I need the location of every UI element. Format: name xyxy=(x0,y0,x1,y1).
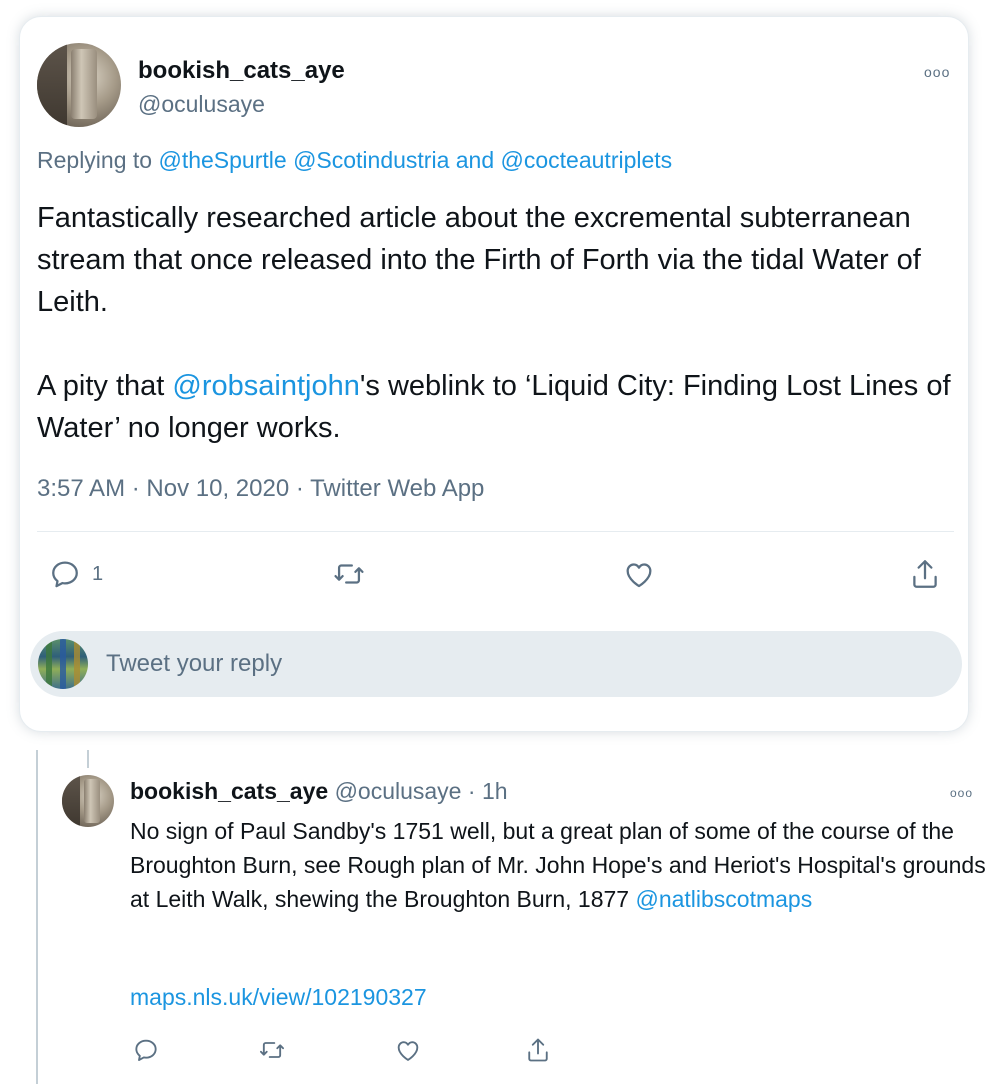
meta-separator: · xyxy=(295,475,304,502)
reply-count: 1 xyxy=(92,562,104,585)
mention-link-cocteautriplets[interactable]: @cocteautriplets xyxy=(501,147,673,173)
avatar[interactable] xyxy=(37,43,121,127)
like-icon xyxy=(626,563,652,588)
reply-icon xyxy=(52,561,78,588)
retweet-icon xyxy=(334,564,364,584)
replying-to: Replying to @theSpurtle @Scotindustria a… xyxy=(37,147,672,174)
meta-separator: · xyxy=(467,778,476,804)
more-options-icon[interactable]: ooo xyxy=(950,786,973,800)
like-button[interactable] xyxy=(622,557,656,591)
main-tweet-card: bookish_cats_aye @oculusaye ooo Replying… xyxy=(19,16,969,732)
like-button[interactable] xyxy=(394,1036,422,1069)
retweet-icon xyxy=(259,1042,285,1058)
tweet-time[interactable]: 3:57 AM xyxy=(37,475,125,502)
mention-link-natlibscotmaps[interactable]: @natlibscotmaps xyxy=(635,886,812,912)
tweet-meta: 3:57 AM · Nov 10, 2020 · Twitter Web App xyxy=(37,475,484,503)
mention-link-scotindustria[interactable]: @Scotindustria xyxy=(293,147,449,173)
display-name[interactable]: bookish_cats_aye xyxy=(130,778,328,804)
reply-header: bookish_cats_aye @oculusaye · 1h xyxy=(130,778,508,805)
retweet-button[interactable] xyxy=(258,1036,286,1069)
tweet-paragraph-2: A pity that @robsaintjohn's weblink to ‘… xyxy=(37,365,962,449)
share-icon xyxy=(913,560,937,588)
retweet-button[interactable] xyxy=(332,557,366,591)
reply-icon xyxy=(135,1039,157,1061)
mention-link-thespurtle[interactable]: @theSpurtle xyxy=(158,147,286,173)
meta-separator: · xyxy=(131,475,140,502)
reply-text-body: No sign of Paul Sandby's 1751 well, but … xyxy=(130,818,986,912)
reply-text: No sign of Paul Sandby's 1751 well, but … xyxy=(130,814,990,916)
tweet-paragraph-1: Fantastically researched article about t… xyxy=(37,202,921,318)
tweet-source[interactable]: Twitter Web App xyxy=(310,475,484,502)
reply-time[interactable]: 1h xyxy=(482,778,508,804)
avatar[interactable] xyxy=(62,775,114,827)
share-button[interactable] xyxy=(908,557,942,591)
divider xyxy=(37,531,954,532)
reply-input[interactable]: Tweet your reply xyxy=(106,650,282,678)
like-icon xyxy=(397,1041,419,1061)
share-button[interactable] xyxy=(524,1036,552,1069)
reply-button[interactable]: 1 xyxy=(48,557,103,591)
handle[interactable]: @oculusaye xyxy=(335,778,462,804)
tweet-date[interactable]: Nov 10, 2020 xyxy=(146,475,289,502)
tweet-text: Fantastically researched article about t… xyxy=(37,197,962,449)
tweet-text-segment: A pity that xyxy=(37,370,173,402)
reply-composer[interactable]: Tweet your reply xyxy=(30,631,962,697)
more-options-icon[interactable]: ooo xyxy=(924,64,950,80)
thread-line xyxy=(36,750,38,1084)
thread-connector xyxy=(87,750,89,768)
external-link[interactable]: maps.nls.uk/view/102190327 xyxy=(130,984,427,1011)
display-name[interactable]: bookish_cats_aye xyxy=(138,57,345,85)
and-others-link[interactable]: and xyxy=(456,147,494,173)
share-icon xyxy=(528,1038,548,1062)
reply-button[interactable] xyxy=(132,1036,160,1069)
avatar xyxy=(38,639,88,689)
handle[interactable]: @oculusaye xyxy=(138,91,265,118)
replying-prefix: Replying to xyxy=(37,147,153,173)
mention-link-robsaintjohn[interactable]: @robsaintjohn xyxy=(172,370,359,402)
